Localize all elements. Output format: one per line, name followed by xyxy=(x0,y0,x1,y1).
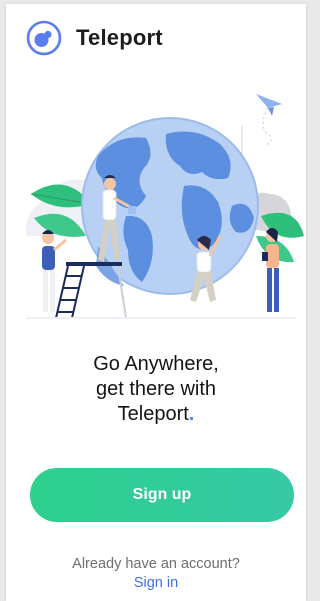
headline-line-2: get there with xyxy=(95,378,217,400)
signin-link[interactable]: Sign in xyxy=(6,575,306,591)
headline-line-3: Teleport. xyxy=(6,402,306,427)
headline-brand: Teleport xyxy=(117,403,189,425)
app-screen: Teleport Go Anywhere, get there with Tel… xyxy=(6,4,306,601)
app-header: Teleport xyxy=(26,18,163,58)
headline-line-1: Go Anywhere, xyxy=(93,353,219,375)
already-have-account-text: Already have an account? xyxy=(72,556,240,572)
globe-team-illustration xyxy=(25,94,304,319)
teleport-logo-icon xyxy=(26,20,62,56)
headline: Go Anywhere, get there with Teleport. xyxy=(6,352,306,427)
app-name: Teleport xyxy=(76,25,163,50)
headline-dot: . xyxy=(188,403,195,425)
signup-button[interactable]: Sign up xyxy=(30,468,294,522)
